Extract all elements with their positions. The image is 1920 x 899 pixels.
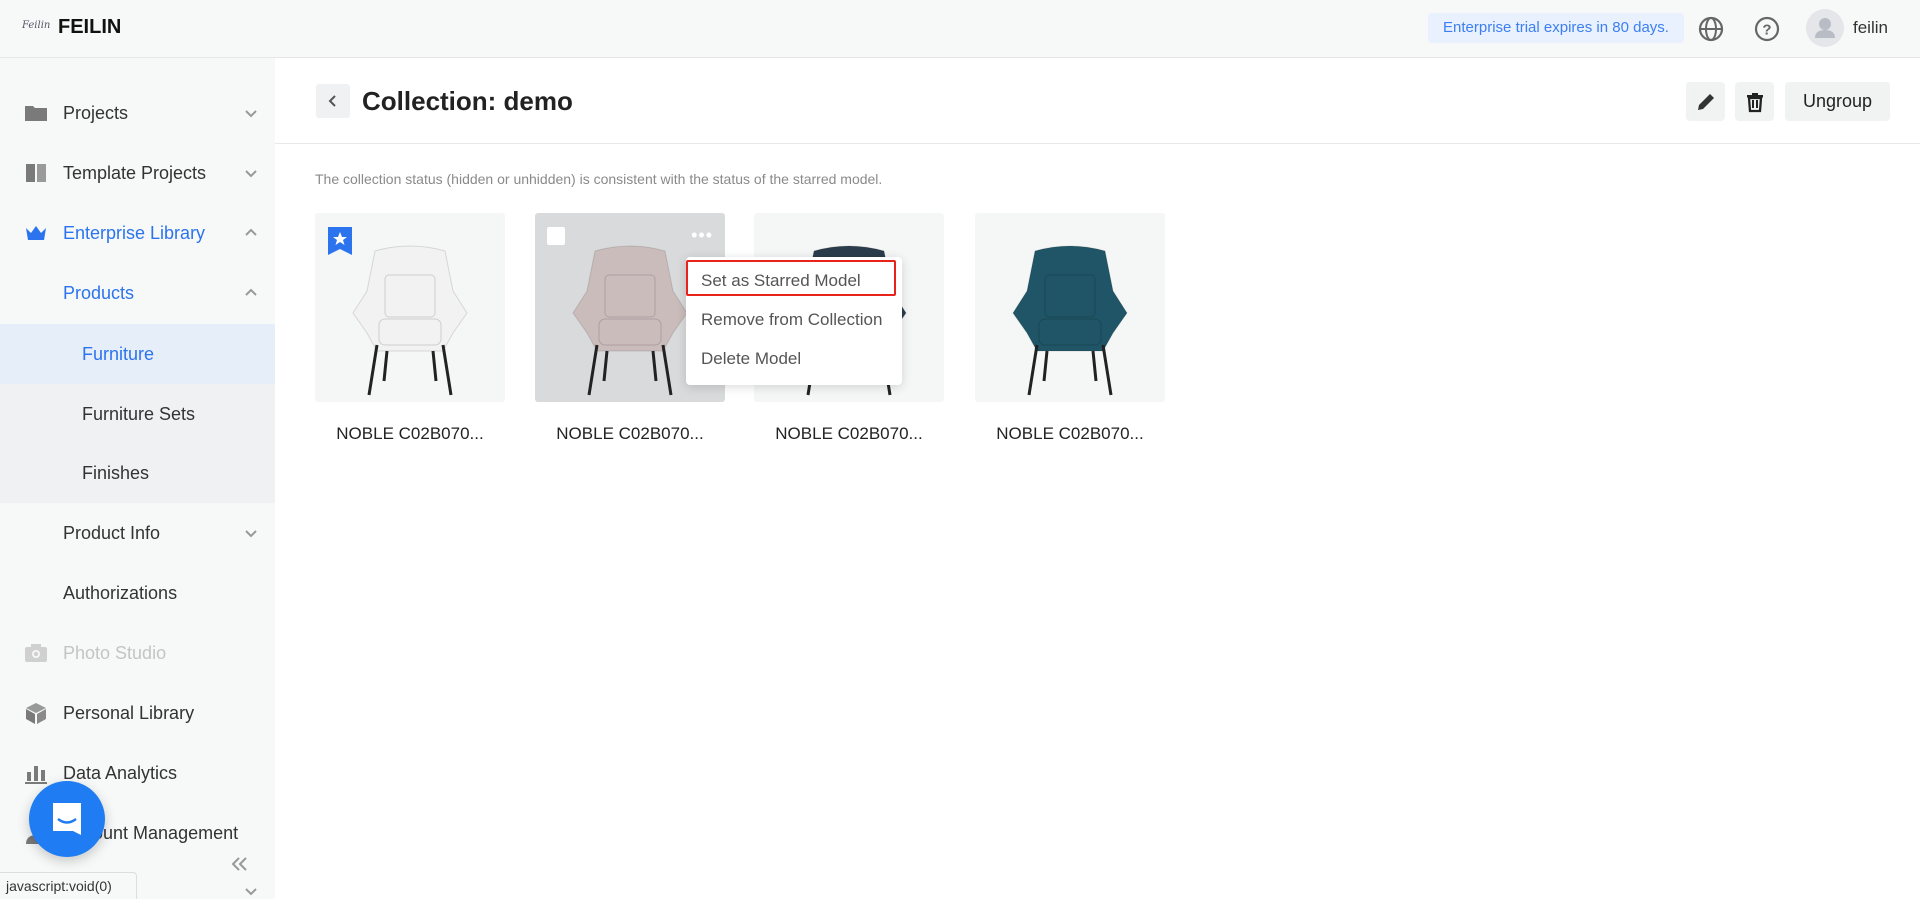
sidebar-item-label: Product Info (63, 522, 161, 543)
model-name[interactable]: NOBLE C02B070... (315, 424, 505, 444)
sidebar-item-enterprise-library[interactable]: Enterprise Library (0, 203, 275, 263)
sidebar-item-label: Data Analytics (63, 762, 178, 783)
sidebar: Projects Template Projects Enterprise Li… (0, 58, 275, 899)
chevron-down-icon (245, 170, 257, 178)
menu-item-remove-from-collection[interactable]: Remove from Collection (701, 310, 882, 330)
chevron-up-icon (245, 288, 257, 296)
sidebar-item-label: Finishes (82, 462, 150, 483)
sidebar-item-personal-library[interactable]: Personal Library (0, 683, 275, 743)
username[interactable]: feilin (1853, 18, 1888, 38)
brand-name[interactable]: FEILIN (58, 16, 121, 39)
model-thumbnail (1012, 245, 1128, 396)
sidebar-item-label: Personal Library (63, 702, 195, 723)
chevron-down-icon (245, 110, 257, 118)
back-button[interactable] (316, 84, 350, 118)
bar-chart-icon (25, 766, 47, 784)
sidebar-item-label: Products (63, 282, 135, 303)
sidebar-item-label: Furniture Sets (82, 403, 196, 424)
template-icon (26, 164, 46, 182)
sidebar-item-label: Enterprise Library (63, 222, 206, 243)
starred-badge-icon (328, 227, 352, 255)
trash-icon (1746, 92, 1763, 112)
sidebar-item-products[interactable]: Products (0, 263, 275, 323)
sidebar-item-label: Authorizations (63, 582, 178, 603)
sidebar-item-template-projects[interactable]: Template Projects (0, 143, 275, 203)
chat-icon (53, 803, 81, 835)
model-card[interactable] (975, 213, 1165, 402)
select-checkbox[interactable] (547, 227, 565, 245)
status-bar-url: javascript:void(0) (0, 872, 137, 899)
folder-icon (25, 106, 47, 121)
camera-icon (25, 644, 47, 662)
highlight-box (686, 260, 896, 296)
more-options-icon[interactable]: ••• (691, 226, 713, 244)
chevron-down-icon (245, 530, 257, 538)
sidebar-item-product-info[interactable]: Product Info (0, 503, 275, 563)
crown-icon (26, 226, 46, 240)
model-name[interactable]: NOBLE C02B070... (975, 424, 1165, 444)
collapse-sidebar-icon[interactable] (231, 856, 249, 872)
pencil-icon (1697, 93, 1714, 110)
menu-item-delete-model[interactable]: Delete Model (701, 349, 801, 369)
chevron-up-icon (245, 228, 257, 236)
trial-badge[interactable]: Enterprise trial expires in 80 days. (1428, 13, 1684, 43)
help-icon[interactable]: ? (1753, 15, 1781, 43)
chevron-left-icon (328, 95, 336, 107)
cube-icon (26, 703, 46, 724)
edit-button[interactable] (1686, 82, 1725, 121)
sidebar-item-furniture-sets[interactable]: Furniture Sets (0, 384, 275, 444)
model-card[interactable] (315, 213, 505, 402)
avatar[interactable] (1806, 9, 1844, 47)
sidebar-item-projects[interactable]: Projects (0, 83, 275, 143)
sidebar-item-photo-studio[interactable]: Photo Studio (0, 623, 275, 683)
globe-icon[interactable] (1697, 15, 1725, 43)
sidebar-item-authorizations[interactable]: Authorizations (0, 563, 275, 623)
sidebar-item-label: Projects (63, 102, 129, 123)
top-header: Feilin FEILIN Enterprise trial expires i… (0, 0, 1920, 58)
user-avatar-icon (1815, 18, 1835, 38)
sidebar-item-label: Furniture (82, 343, 155, 364)
chat-launcher-button[interactable] (29, 781, 105, 857)
sidebar-item-label: Photo Studio (63, 642, 167, 663)
model-name[interactable]: NOBLE C02B070... (535, 424, 725, 444)
svg-text:?: ? (1762, 22, 1771, 39)
chevron-down-icon[interactable] (244, 884, 258, 898)
page-title: Collection: demo (362, 86, 573, 116)
delete-button[interactable] (1735, 82, 1774, 121)
ungroup-button[interactable]: Ungroup (1785, 82, 1890, 121)
logo-mark: Feilin (22, 20, 51, 31)
sidebar-item-finishes[interactable]: Finishes (0, 443, 275, 503)
sidebar-item-label: Template Projects (63, 162, 207, 183)
collection-note: The collection status (hidden or unhidde… (315, 171, 883, 187)
model-name[interactable]: NOBLE C02B070... (754, 424, 944, 444)
sidebar-item-furniture[interactable]: Furniture (0, 324, 275, 384)
